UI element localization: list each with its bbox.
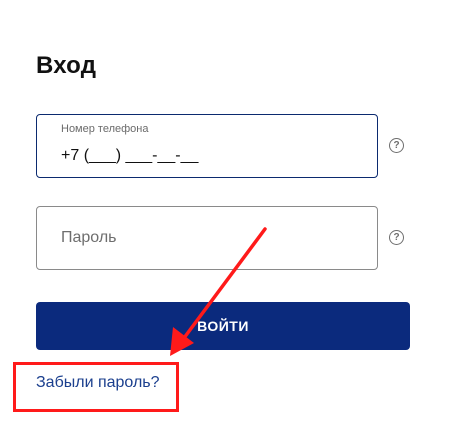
annotation-highlight-box [13,362,179,412]
password-help-icon[interactable]: ? [389,230,404,245]
login-button[interactable]: ВОЙТИ [36,302,410,350]
password-input[interactable]: Пароль [61,229,117,247]
page-title: Вход [36,52,97,79]
phone-field-label: Номер телефона [61,123,149,135]
password-field[interactable]: Пароль [36,206,378,270]
phone-help-icon[interactable]: ? [389,138,404,153]
phone-input[interactable]: +7 (___) ___-__-__ [61,147,198,165]
phone-field[interactable]: Номер телефона +7 (___) ___-__-__ [36,114,378,178]
